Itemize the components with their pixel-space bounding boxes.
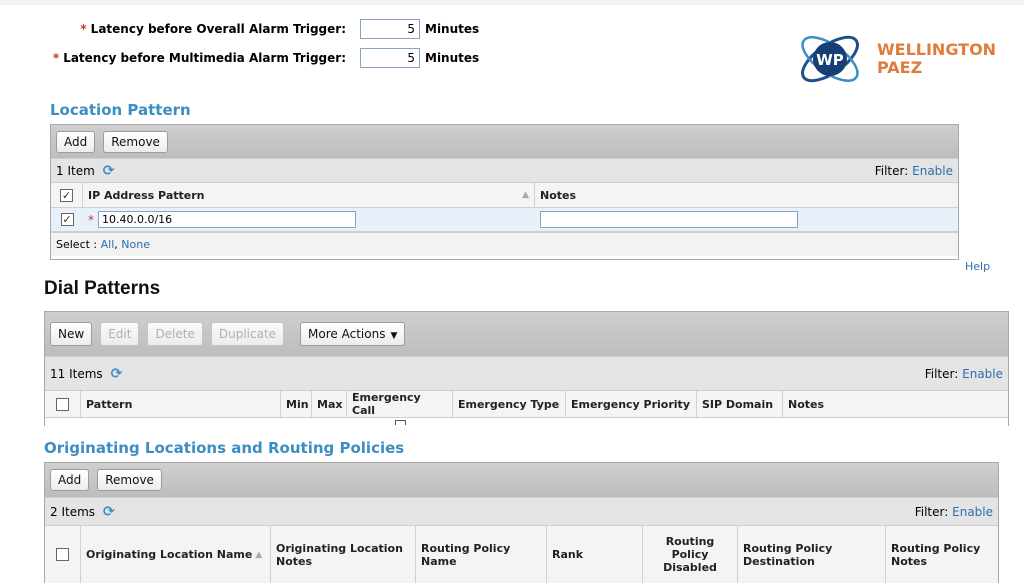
multimedia-alarm-latency-input[interactable]	[360, 48, 420, 68]
select-none-link[interactable]: None	[121, 238, 150, 251]
location-pattern-header: ✓ IP Address Pattern ▲ Notes	[51, 182, 958, 208]
column-notes[interactable]: Notes	[535, 183, 958, 207]
select-all-checkbox[interactable]	[56, 548, 69, 561]
filter-label: Filter:	[924, 366, 959, 381]
logo-line2: PAEZ	[877, 58, 923, 77]
alarm-row-multimedia: * Latency before Multimedia Alarm Trigger…	[0, 47, 479, 69]
column-ip-address-pattern[interactable]: IP Address Pattern ▲	[83, 183, 535, 207]
more-actions-button[interactable]: More Actions ▼	[300, 322, 406, 346]
help-link[interactable]: Help	[965, 260, 990, 273]
refresh-icon[interactable]: ⟳	[103, 504, 115, 520]
delete-button[interactable]: Delete	[147, 322, 203, 346]
dial-patterns-countbar: 11 Items ⟳ Filter: Enable	[45, 356, 1008, 390]
row-checkbox[interactable]	[395, 420, 406, 425]
alarm-label-overall: Latency before Overall Alarm Trigger:	[90, 22, 346, 36]
add-button[interactable]: Add	[56, 130, 96, 153]
alarm-unit-overall: Minutes	[425, 22, 480, 36]
required-marker: *	[88, 212, 94, 227]
alarm-row-overall: *Latency before Overall Alarm Trigger: M…	[0, 18, 479, 40]
column-routing-policy-disabled[interactable]: Routing Policy Disabled	[643, 526, 738, 583]
dial-patterns-panel: New Edit Delete Duplicate More Actions ▼ …	[44, 311, 1009, 426]
notes-input[interactable]	[540, 211, 798, 228]
new-button[interactable]: New	[50, 322, 93, 346]
column-originating-location-name[interactable]: Originating Location Name ▲	[81, 526, 271, 583]
filter-label: Filter:	[874, 163, 909, 178]
column-routing-policy-destination[interactable]: Routing Policy Destination	[738, 526, 886, 583]
column-emergency-type[interactable]: Emergency Type	[453, 391, 566, 417]
column-min[interactable]: Min	[281, 391, 312, 417]
location-pattern-title: Location Pattern	[50, 101, 191, 119]
dial-patterns-header: Pattern Min Max Emergency Call Emergency…	[45, 390, 1008, 418]
select-all-link[interactable]: All	[101, 238, 115, 251]
overall-alarm-latency-input[interactable]	[360, 19, 420, 39]
location-pattern-toolbar: Add Remove	[51, 125, 958, 158]
column-originating-location-notes[interactable]: Originating Location Notes	[271, 526, 416, 583]
edit-button[interactable]: Edit	[100, 322, 140, 346]
dial-patterns-toolbar: New Edit Delete Duplicate More Actions ▼	[45, 312, 1008, 356]
originating-locations-toolbar: Add Remove	[45, 463, 998, 497]
refresh-icon[interactable]: ⟳	[111, 366, 123, 382]
dial-patterns-title: Dial Patterns	[44, 278, 161, 299]
originating-locations-countbar: 2 Items ⟳ Filter: Enable	[45, 497, 998, 525]
table-row: ✓ *	[51, 208, 958, 232]
column-pattern[interactable]: Pattern	[81, 391, 281, 417]
select-all-checkbox[interactable]	[56, 397, 69, 411]
logo-badge: WP	[816, 51, 844, 69]
column-routing-policy-notes[interactable]: Routing Policy Notes	[886, 526, 998, 583]
sort-asc-icon: ▲	[255, 549, 263, 560]
wp-logo-icon: WP	[801, 35, 859, 83]
filter-enable-link[interactable]: Enable	[952, 505, 993, 519]
column-notes[interactable]: Notes	[783, 391, 1008, 417]
refresh-icon[interactable]: ⟳	[103, 163, 115, 179]
item-count: 2 Items	[50, 504, 96, 519]
originating-locations-panel: Add Remove 2 Items ⟳ Filter: Enable Origi…	[44, 462, 999, 583]
filter-enable-link[interactable]: Enable	[962, 367, 1003, 381]
column-emergency-priority[interactable]: Emergency Priority	[566, 391, 697, 417]
filter-label: Filter:	[914, 504, 949, 519]
logo-line1: WELLINGTON	[877, 40, 997, 59]
select-bar: Select : All, None	[51, 232, 958, 256]
alarm-label-multimedia: Latency before Multimedia Alarm Trigger:	[63, 51, 346, 65]
item-count: 1 Item	[56, 163, 95, 178]
alarm-unit-multimedia: Minutes	[425, 51, 480, 65]
add-button[interactable]: Add	[50, 469, 90, 491]
column-routing-policy-name[interactable]: Routing Policy Name	[416, 526, 547, 583]
item-count: 11 Items	[50, 366, 103, 381]
remove-button[interactable]: Remove	[97, 469, 162, 491]
row-checkbox[interactable]: ✓	[60, 213, 74, 226]
select-all-checkbox[interactable]: ✓	[60, 188, 73, 202]
originating-locations-header: Originating Location Name ▲ Originating L…	[45, 525, 998, 583]
column-emergency-call[interactable]: Emergency Call	[347, 391, 453, 417]
top-band	[0, 0, 1024, 5]
chevron-down-icon: ▼	[390, 331, 398, 341]
filter-enable-link[interactable]: Enable	[912, 164, 953, 178]
select-label: Select :	[56, 238, 98, 251]
originating-locations-title: Originating Locations and Routing Polici…	[44, 439, 405, 457]
location-pattern-countbar: 1 Item ⟳ Filter: Enable	[51, 158, 958, 182]
wellington-paez-logo: WP WELLINGTON PAEZ	[795, 22, 1005, 96]
duplicate-button[interactable]: Duplicate	[210, 322, 285, 346]
column-max[interactable]: Max	[312, 391, 347, 417]
location-pattern-panel: Add Remove 1 Item ⟳ Filter: Enable ✓ IP A…	[50, 124, 959, 260]
remove-button[interactable]: Remove	[103, 130, 168, 153]
column-rank[interactable]: Rank	[547, 526, 643, 583]
required-marker: *	[52, 51, 60, 65]
sort-asc-icon: ▲	[522, 190, 529, 200]
ip-address-pattern-input[interactable]	[98, 211, 356, 228]
required-marker: *	[80, 22, 87, 36]
column-sip-domain[interactable]: SIP Domain	[697, 391, 783, 417]
